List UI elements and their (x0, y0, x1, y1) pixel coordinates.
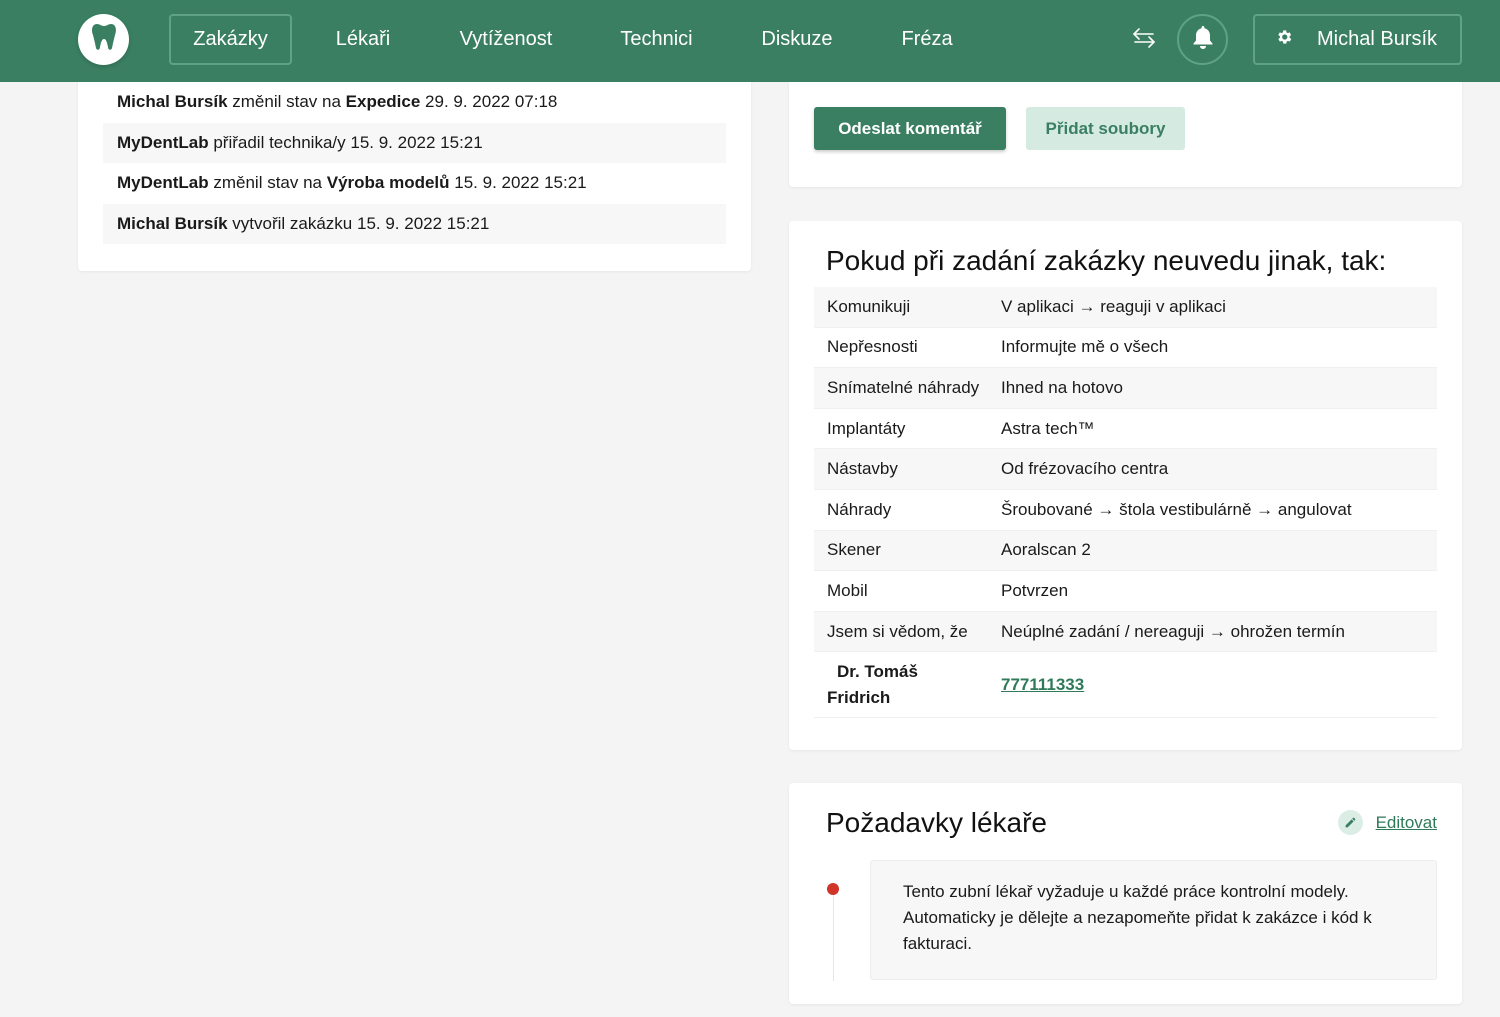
history-action: změnil stav na (208, 173, 327, 193)
pref-key: Mobil (827, 580, 868, 600)
doctor-row: Dr. Tomáš Fridrich 777111333 (814, 652, 1437, 719)
history-time: 29. 9. 2022 07:18 (420, 92, 558, 112)
history-row: Michal Bursík změnil stav na Expedice 29… (103, 82, 726, 123)
pref-key: Komunikuji (827, 296, 911, 316)
pref-row: Skener Aoralscan 2 (814, 530, 1437, 572)
timeline-dot (827, 883, 839, 895)
tooth-icon (91, 23, 117, 56)
preferences-card: Pokud při zadání zakázky neuvedu jinak, … (789, 221, 1462, 750)
pref-value: Od frézovacího centra (1001, 459, 1169, 479)
swap-icon (1132, 27, 1156, 54)
add-files-button[interactable]: Přidat soubory (1026, 107, 1185, 150)
edit-requirements[interactable]: Editovat (1337, 810, 1437, 835)
pref-row: Náhrady Šroubované → štola vestibulárně … (814, 490, 1437, 531)
preferences-table: Komunikuji V aplikaci → reaguji v aplika… (814, 287, 1437, 719)
pref-value: Potvrzen (1001, 580, 1069, 600)
pref-value: Astra tech™ (1001, 418, 1095, 438)
doctor-name: Dr. Tomáš Fridrich (814, 659, 1001, 711)
pref-key: Náhrady (827, 499, 892, 519)
doctor-name-line1: Dr. Tomáš (837, 661, 918, 681)
pref-value: V aplikaci → reaguji v aplikaci (1001, 296, 1226, 316)
pref-key: Skener (827, 540, 881, 560)
pref-value: Informujte mě o všech (1001, 337, 1169, 357)
doctor-phone-link[interactable]: 777111333 (1001, 675, 1084, 694)
history-time: 15. 9. 2022 15:21 (350, 132, 483, 152)
pref-key: Implantáty (827, 418, 906, 438)
pref-row: Mobil Potvrzen (814, 571, 1437, 612)
bell-icon (1192, 25, 1214, 54)
pref-row: Snímatelné náhrady Ihned na hotovo (814, 368, 1437, 409)
history-target: Expedice (345, 92, 421, 112)
pref-value: Aoralscan 2 (1001, 540, 1091, 560)
pencil-icon[interactable] (1337, 810, 1363, 835)
pref-key: Nástavby (827, 459, 898, 479)
history-actor: MyDentLab (117, 132, 209, 152)
pref-key: Jsem si vědom, že (827, 621, 968, 641)
pref-value: Ihned na hotovo (1001, 377, 1123, 397)
pref-key: Snímatelné náhrady (827, 377, 980, 397)
pref-row: Jsem si vědom, že Neúplné zadání / nerea… (814, 611, 1437, 653)
history-actor: MyDentLab (117, 173, 209, 193)
app-logo[interactable] (78, 14, 129, 65)
preferences-title: Pokud při zadání zakázky neuvedu jinak, … (826, 245, 1387, 276)
doctor-phone-cell: 777111333 (1001, 675, 1437, 695)
history-card: Michal Bursík změnil stav na Expedice 29… (78, 60, 751, 271)
nav-lekari[interactable]: Lékaři (319, 14, 407, 65)
history-action: změnil stav na (227, 92, 346, 112)
nav-vytizenost[interactable]: Vytíženost (445, 14, 567, 65)
gear-icon (1275, 28, 1293, 52)
edit-link[interactable]: Editovat (1376, 813, 1437, 833)
history-actor: Michal Bursík (117, 213, 228, 233)
timeline-line (833, 889, 834, 981)
requirement-note: Tento zubní lékař vyžaduje u každé práce… (870, 860, 1437, 980)
send-comment-button[interactable]: Odeslat komentář (814, 107, 1006, 150)
history-time: 15. 9. 2022 15:21 (449, 173, 587, 193)
history-row: MyDentLab přiřadil technika/y 15. 9. 202… (103, 122, 726, 163)
history-target: Výroba modelů (326, 173, 450, 193)
nav-freza[interactable]: Fréza (887, 14, 967, 65)
nav-technici[interactable]: Technici (606, 14, 707, 65)
doctor-name-line2: Fridrich (827, 687, 891, 707)
user-menu-button[interactable]: Michal Bursík (1253, 14, 1462, 65)
notifications-button[interactable] (1177, 14, 1228, 65)
nav-zakazky[interactable]: Zakázky (169, 14, 292, 65)
top-navbar: Zakázky Lékaři Vytíženost Technici Disku… (0, 0, 1500, 82)
pref-row: Komunikuji V aplikaci → reaguji v aplika… (814, 287, 1437, 328)
history-actor: Michal Bursík (117, 92, 228, 112)
history-time: 15. 9. 2022 15:21 (356, 213, 490, 233)
pref-value: Šroubované → štola vestibulárně → angulo… (1001, 499, 1352, 519)
history-list: Michal Bursík změnil stav na Expedice 29… (103, 82, 726, 244)
nav-diskuze[interactable]: Diskuze (747, 14, 847, 65)
doctor-requirements-card: Požadavky lékaře Editovat Tento zubní lé… (789, 783, 1462, 1004)
pref-value: Neúplné zadání / nereaguji → ohrožen ter… (1001, 621, 1345, 641)
pref-key: Nepřesnosti (827, 337, 918, 357)
pref-row: Implantáty Astra tech™ (814, 409, 1437, 450)
swap-button[interactable] (1126, 22, 1162, 58)
history-action: vytvořil zakázku (227, 213, 357, 233)
pref-row: Nástavby Od frézovacího centra (814, 449, 1437, 490)
pref-row: Nepřesnosti Informujte mě o všech (814, 328, 1437, 369)
user-name: Michal Bursík (1317, 28, 1438, 50)
requirements-title: Požadavky lékaře (826, 807, 1048, 838)
history-action: přiřadil technika/y (208, 132, 351, 152)
history-row: MyDentLab změnil stav na Výroba modelů 1… (103, 163, 726, 204)
history-row: Michal Bursík vytvořil zakázku 15. 9. 20… (103, 203, 726, 244)
